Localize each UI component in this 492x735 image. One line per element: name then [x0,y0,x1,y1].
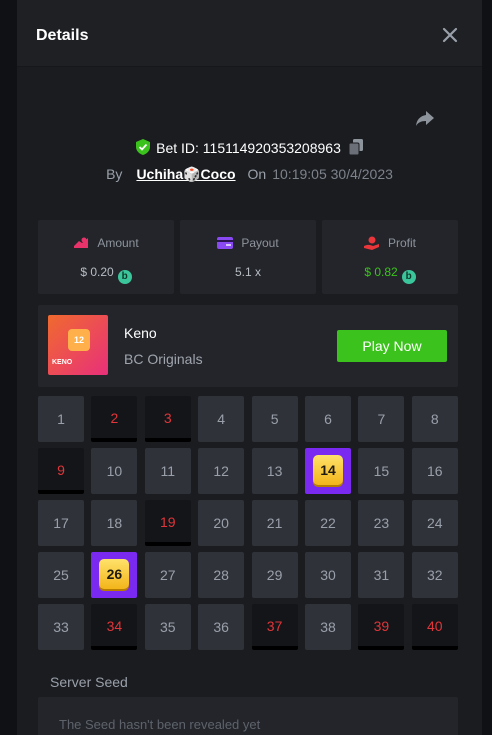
on-label: On [247,166,267,182]
bet-stats: Amount $ 0.20 b Payout 5.1 x Profit $ 0.8… [38,220,458,294]
keno-cell[interactable]: 15 [358,448,405,494]
keno-cell[interactable]: 25 [38,552,84,598]
game-thumbnail[interactable]: 12 KENO [48,315,108,375]
keno-cell[interactable]: 36 [198,604,245,650]
copy-icon[interactable] [348,139,363,158]
keno-cell[interactable]: 31 [358,552,405,598]
keno-cell[interactable]: 23 [358,500,405,546]
keno-cell[interactable]: 27 [144,552,191,598]
keno-cell[interactable]: 21 [251,500,298,546]
coin-icon: b [401,270,416,284]
keno-cell[interactable]: 26 [91,552,138,598]
bet-time: 10:19:05 30/4/2023 [272,166,393,182]
keno-cell[interactable]: 24 [411,500,458,546]
keno-cell[interactable]: 37 [251,604,298,650]
profit-icon [363,236,380,253]
keno-cell[interactable]: 7 [358,396,405,442]
modal-header: Details [17,0,482,67]
by-label: By [106,166,123,182]
modal-title: Details [36,27,89,44]
payout-icon [217,236,234,253]
bet-id-line: Bet ID: 115114920353208963 [17,139,482,158]
keno-cell[interactable]: 33 [38,604,84,650]
payout-value: 5.1 x [234,265,261,279]
keno-cell[interactable]: 40 [411,604,458,650]
game-card: 12 KENO Keno BC Originals Play Now [38,305,458,387]
keno-cell[interactable]: 3 [144,396,191,442]
keno-cell[interactable]: 9 [38,448,84,494]
keno-cell[interactable]: 38 [305,604,351,650]
coin-icon: b [117,270,132,284]
amount-label: Amount [97,236,139,250]
amount-icon [73,236,89,253]
profit-label: Profit [387,236,416,250]
keno-cell[interactable]: 39 [358,604,405,650]
keno-cell[interactable]: 12 [198,448,245,494]
server-seed-text: The Seed hasn't been revealed yet [59,717,261,732]
modal-body: Bet ID: 115114920353208963 By Uchiha🎲Coco… [17,67,482,735]
keno-cell[interactable]: 17 [38,500,84,546]
keno-cell[interactable]: 32 [411,552,458,598]
shield-check-icon [136,139,151,158]
keno-cell[interactable]: 13 [251,448,298,494]
amount-value: $ 0.20 [80,265,114,279]
amount-card: Amount $ 0.20 b [38,220,174,294]
hit-gem-icon: 14 [313,455,343,485]
details-modal: Details Bet ID: 115114920353208963 By Uch… [17,0,482,735]
close-icon[interactable] [440,25,460,45]
keno-cell[interactable]: 29 [251,552,298,598]
hit-gem-icon: 26 [99,559,130,589]
payout-label: Payout [241,236,279,250]
server-seed-label: Server Seed [50,674,128,690]
keno-cell[interactable]: 28 [198,552,245,598]
keno-cell[interactable]: 2 [91,396,138,442]
keno-cell[interactable]: 19 [144,500,191,546]
keno-cell[interactable]: 4 [198,396,245,442]
keno-cell[interactable]: 20 [198,500,245,546]
keno-cell[interactable]: 22 [305,500,351,546]
keno-cell[interactable]: 10 [91,448,138,494]
keno-cell[interactable]: 30 [305,552,351,598]
keno-cell[interactable]: 34 [91,604,138,650]
keno-cell[interactable]: 18 [91,500,138,546]
play-now-button[interactable]: Play Now [337,330,447,362]
bet-id: Bet ID: 115114920353208963 [156,140,341,156]
keno-cell[interactable]: 1 [38,396,84,442]
keno-cell[interactable]: 14 [305,448,351,494]
keno-cell[interactable]: 16 [411,448,458,494]
keno-cell[interactable]: 6 [305,396,351,442]
game-name: Keno [124,325,157,341]
profit-card: Profit $ 0.82 b [322,220,458,294]
keno-ball-icon: 12 [68,329,90,351]
payout-card: Payout 5.1 x [180,220,316,294]
keno-cell[interactable]: 5 [251,396,298,442]
bet-meta: By Uchiha🎲Coco On 10:19:05 30/4/2023 [17,166,482,183]
profit-value: $ 0.82 [364,265,398,279]
game-provider: BC Originals [124,351,203,367]
keno-cell[interactable]: 8 [411,396,458,442]
keno-cell[interactable]: 11 [144,448,191,494]
user-link[interactable]: Uchiha🎲Coco [136,166,235,182]
keno-cell[interactable]: 35 [144,604,191,650]
thumbnail-text: KENO [52,359,73,366]
keno-grid: 1 2 3 4 5 6 7 8 9 10 11 12 13 14 15 16 17 18 19 20 21 22 23 24 2… [38,396,458,651]
server-seed-box: The Seed hasn't been revealed yet [38,697,458,735]
share-icon[interactable] [414,109,436,129]
